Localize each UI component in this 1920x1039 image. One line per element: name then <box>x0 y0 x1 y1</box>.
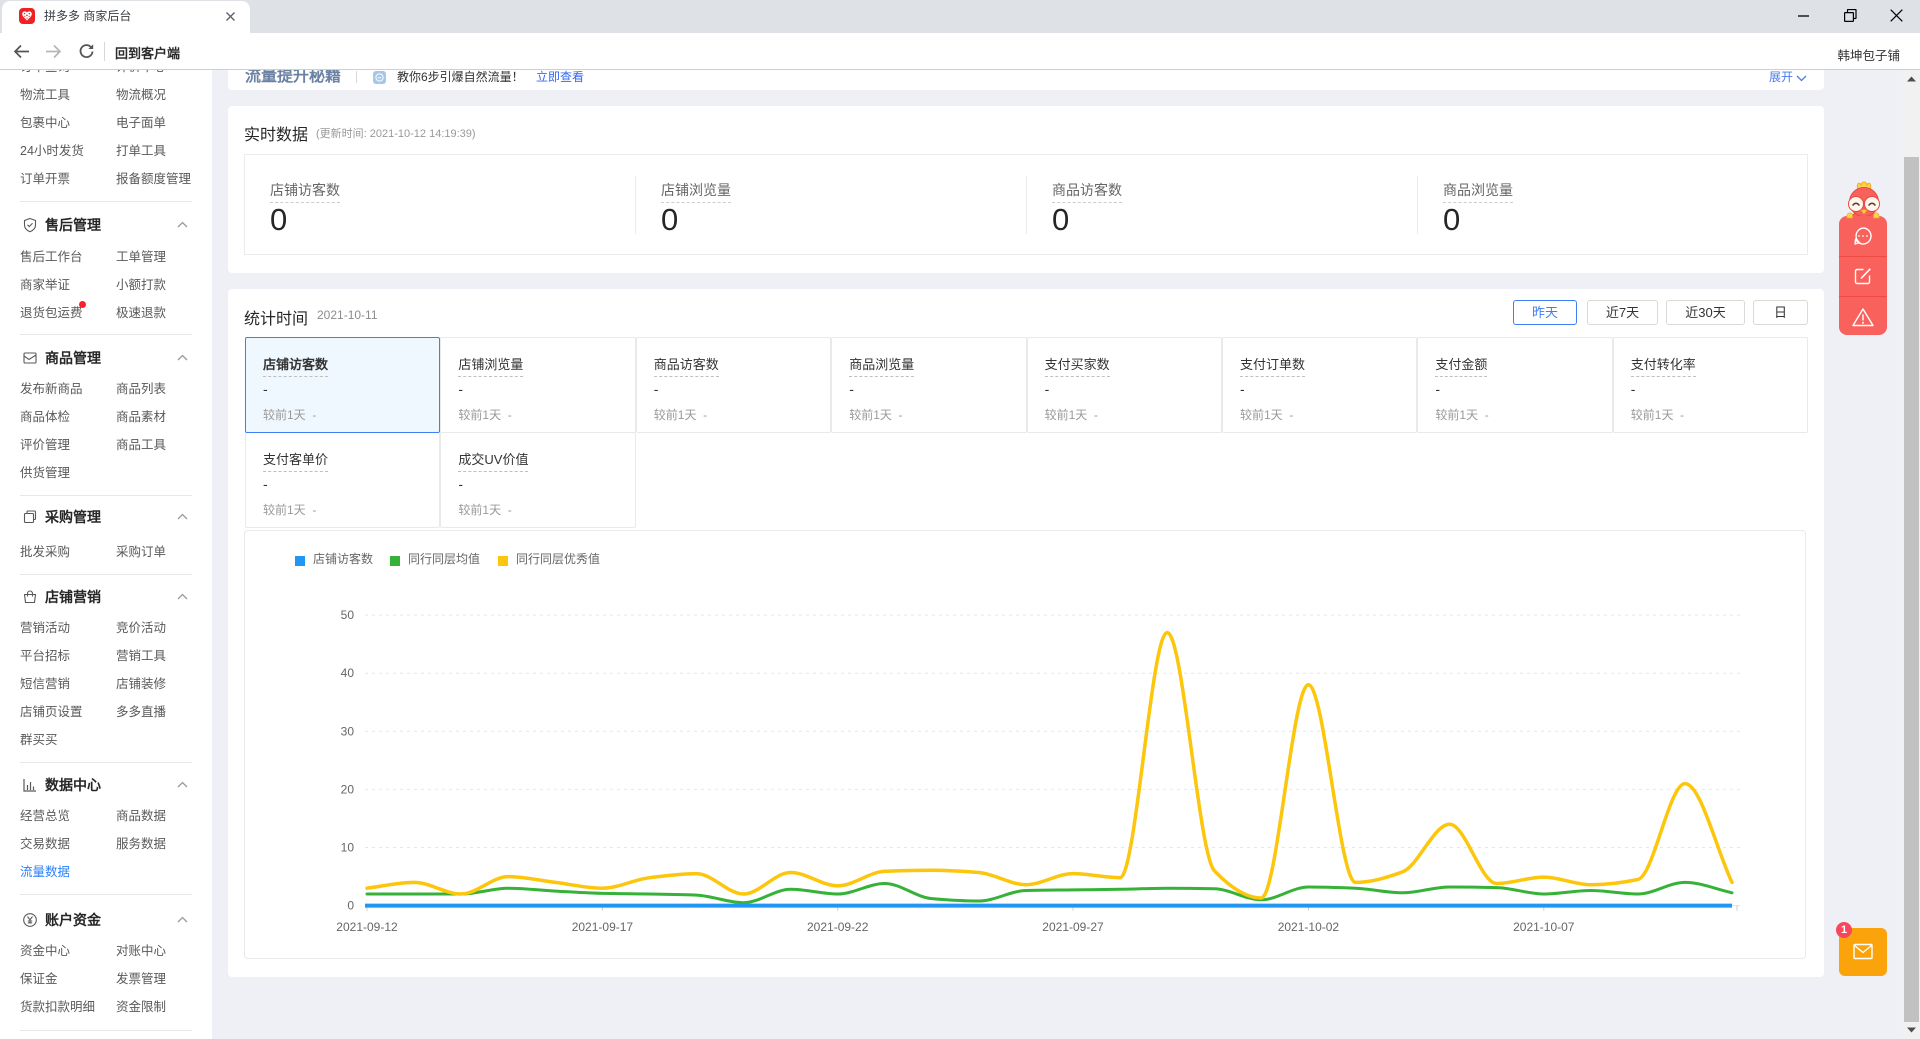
svg-text:20: 20 <box>341 782 355 796</box>
svg-text:2021-09-12: 2021-09-12 <box>336 920 398 934</box>
svg-text:2021-09-27: 2021-09-27 <box>1042 920 1104 934</box>
svg-text:0: 0 <box>347 899 354 913</box>
svg-text:50: 50 <box>341 608 355 622</box>
svg-text:10: 10 <box>341 841 355 855</box>
svg-text:30: 30 <box>341 724 355 738</box>
svg-text:2021-10-07: 2021-10-07 <box>1513 920 1575 934</box>
svg-text:2021-09-17: 2021-09-17 <box>572 920 634 934</box>
svg-text:40: 40 <box>341 666 355 680</box>
svg-text:2021-09-22: 2021-09-22 <box>807 920 869 934</box>
svg-text:2021-10-02: 2021-10-02 <box>1278 920 1340 934</box>
